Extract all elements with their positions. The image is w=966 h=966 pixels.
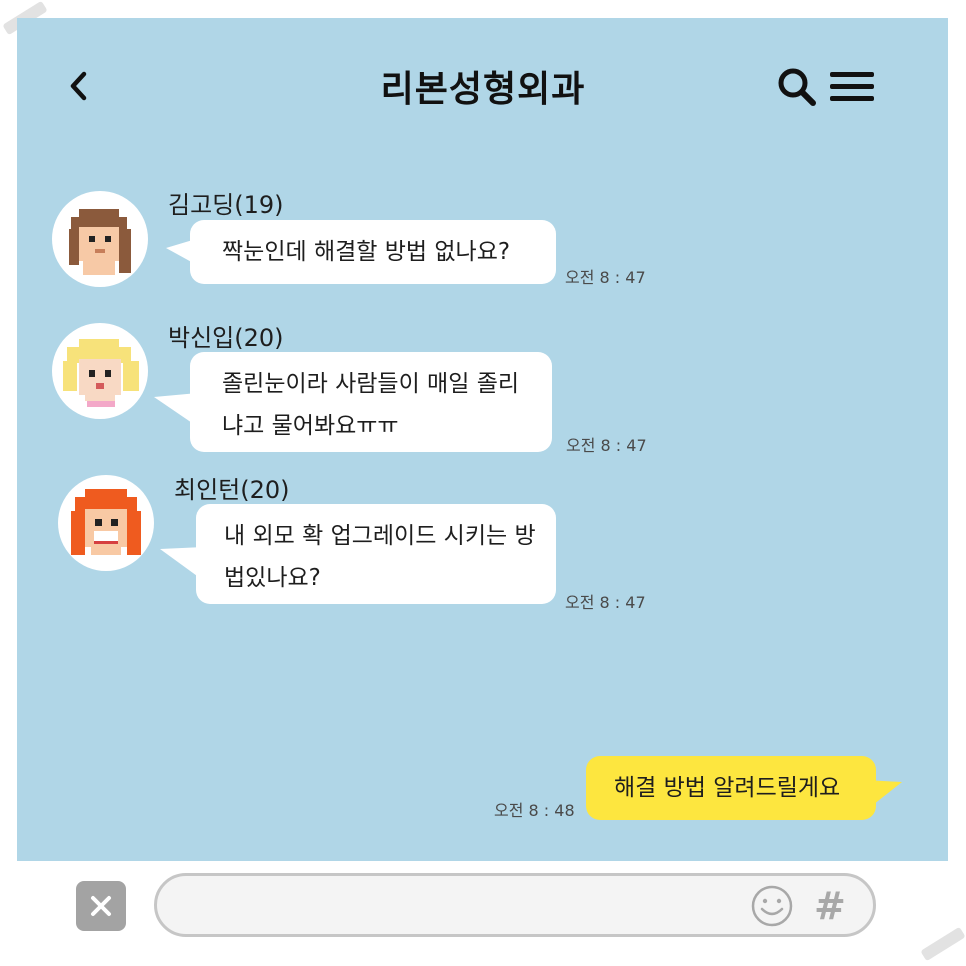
page-corner-decoration [920,926,966,962]
message-bubble[interactable]: 내 외모 확 업그레이드 시키는 방 법있나요? [196,504,556,604]
smile-icon [751,885,793,927]
message-time: 오전 8 : 47 [566,436,647,455]
message-text: 법있나요? [224,565,321,591]
brown-hair-girl-avatar[interactable] [52,191,148,287]
hashtag-button[interactable]: # [814,882,846,930]
back-button[interactable] [66,66,90,106]
message-input[interactable] [181,886,745,926]
close-icon [91,896,111,916]
hamburger-menu-icon [830,72,874,101]
message-text: 짝눈인데 해결할 방법 없나요? [222,239,511,265]
message-text: 냐고 물어봐요ㅠㅠ [222,413,399,439]
message-time: 오전 8 : 47 [565,593,646,612]
chat-title: 리본성형외과 [380,69,586,110]
message-bubble[interactable]: 짝눈인데 해결할 방법 없나요? [190,220,556,284]
close-button[interactable] [76,881,126,931]
message-text: 졸린눈이라 사람들이 매일 졸리 [222,371,520,397]
blonde-girl-avatar[interactable] [52,323,148,419]
sender-name: 박신입(20) [168,324,284,352]
search-button[interactable] [776,66,818,106]
message-time: 오전 8 : 47 [565,268,646,287]
reply-bubble[interactable]: 해결 방법 알려드릴게요 [586,756,876,820]
message-text: 내 외모 확 업그레이드 시키는 방 [224,523,536,549]
chevron-left-icon [70,71,87,101]
reply-time: 오전 8 : 48 [494,801,575,820]
sender-name: 최인턴(20) [174,476,290,504]
emoji-button[interactable] [750,884,794,928]
sender-name: 김고딩(19) [168,191,284,219]
message-bubble[interactable]: 졸린눈이라 사람들이 매일 졸리 냐고 물어봐요ㅠㅠ [190,352,552,452]
orange-hair-girl-avatar[interactable] [58,475,154,571]
search-icon [778,68,816,106]
menu-button[interactable] [830,72,874,102]
reply-text: 해결 방법 알려드릴게요 [614,775,841,801]
